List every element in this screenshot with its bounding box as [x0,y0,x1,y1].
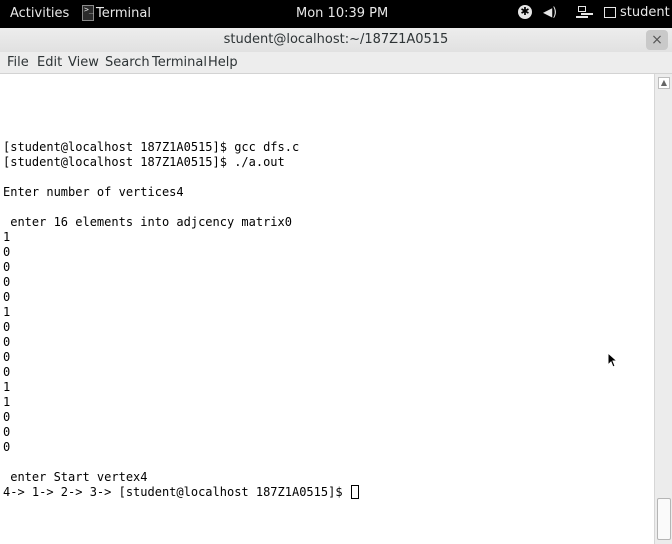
mouse-pointer-icon [607,352,619,368]
clock[interactable]: Mon 10:39 PM [296,6,388,21]
menu-file[interactable]: File [7,55,29,70]
app-menu[interactable]: >_ Terminal [82,4,151,21]
terminal-line: 0 [3,260,11,274]
terminal-line: 1 [3,305,11,319]
volume-icon: ◀) [543,5,557,19]
menu-edit[interactable]: Edit [37,55,62,70]
terminal-line: 0 [3,365,11,379]
terminal-line: 4-> 1-> 2-> 3-> [student@localhost 187Z1… [3,485,359,500]
terminal-line: [student@localhost 187Z1A0515]$ gcc dfs.… [3,140,300,154]
menu-search[interactable]: Search [105,55,150,70]
terminal-line: 0 [3,425,11,439]
app-name: Terminal [96,6,151,21]
terminal-cursor [350,485,359,499]
terminal-line: 1 [3,395,11,409]
terminal-line: 0 [3,440,11,454]
accessibility-menu[interactable]: ✱ [518,5,532,19]
terminal-line: enter Start vertex4 [3,470,148,484]
terminal-line: 0 [3,290,11,304]
scroll-up-icon[interactable]: ▲ [658,77,670,89]
scrollbar-thumb[interactable] [657,498,671,540]
activities-button[interactable]: Activities [10,6,69,21]
terminal-line: 0 [3,320,11,334]
close-icon: × [651,32,663,48]
window-title: student@localhost:~/187Z1A0515 [223,32,449,47]
terminal-output[interactable]: [student@localhost 187Z1A0515]$ gcc dfs.… [0,74,654,544]
user-icon [604,7,616,18]
terminal-line: 1 [3,380,11,394]
user-menu[interactable]: student [604,5,670,20]
close-button[interactable]: × [646,30,668,50]
accessibility-icon: ✱ [518,5,532,19]
menu-bar: File Edit View Search Terminal Help [0,52,672,74]
menu-view[interactable]: View [68,55,99,70]
terminal-line: 0 [3,245,11,259]
menu-help[interactable]: Help [208,55,238,70]
terminal-line: 0 [3,410,11,424]
volume-menu[interactable]: ◀) [543,5,557,19]
terminal-line: 0 [3,350,11,364]
terminal-app-icon: >_ [82,4,94,21]
terminal-line: 0 [3,335,11,349]
window-titlebar[interactable]: student@localhost:~/187Z1A0515 × [0,28,672,52]
terminal-line: [student@localhost 187Z1A0515]$ ./a.out [3,155,285,169]
vertical-scrollbar[interactable]: ▲ [654,74,672,544]
terminal-line: enter 16 elements into adjcency matrix0 [3,215,292,229]
terminal-line: Enter number of vertices4 [3,185,184,199]
terminal-line: 0 [3,275,11,289]
network-menu[interactable] [575,5,589,21]
menu-terminal[interactable]: Terminal [152,55,207,70]
user-name: student [620,5,670,20]
network-icon [575,5,589,21]
terminal-line: 1 [3,230,11,244]
top-panel: Activities >_ Terminal Mon 10:39 PM ✱ ◀)… [0,0,672,28]
